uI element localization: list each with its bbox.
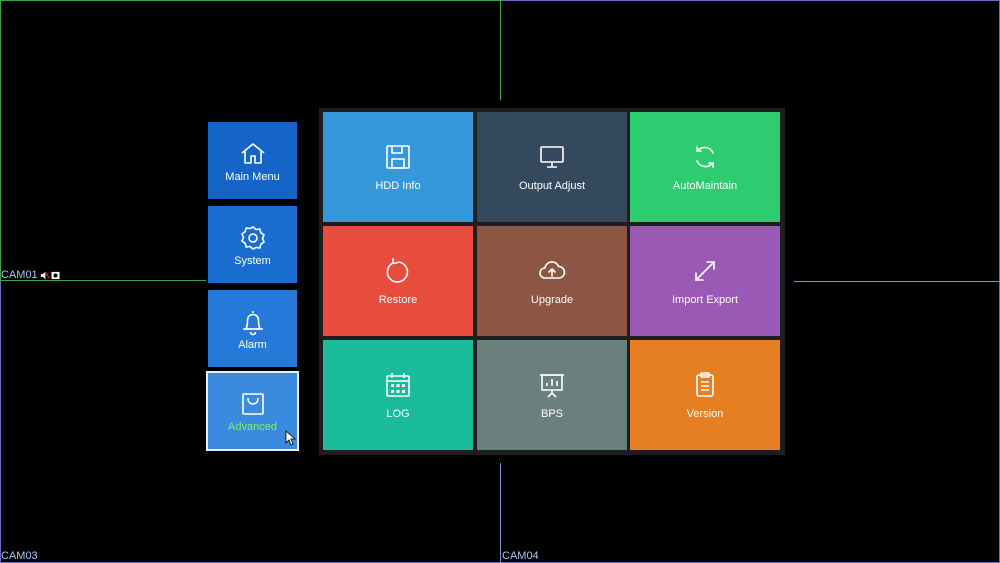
sidebar-item-system[interactable]: System — [208, 206, 297, 283]
sidebar-item-alarm[interactable]: Alarm — [208, 290, 297, 367]
tile-version[interactable]: Version — [630, 340, 780, 450]
camera-label-cam04: CAM04 — [502, 550, 539, 562]
advanced-menu-panel: HDD Info Output Adjust AutoMaintain Rest… — [319, 108, 785, 455]
clipboard-icon — [696, 372, 714, 397]
camera-name: CAM01 — [1, 269, 38, 281]
tile-label: AutoMaintain — [672, 180, 738, 192]
tile-bps[interactable]: BPS — [477, 340, 627, 450]
bag-icon — [241, 393, 264, 415]
calendar-icon — [386, 373, 410, 397]
cloud-upload-icon — [539, 261, 566, 279]
floppy-disk-icon — [386, 145, 410, 169]
tile-output-adjust[interactable]: Output Adjust — [477, 112, 627, 222]
grid-divider-horizontal-right — [794, 281, 1000, 282]
bell-icon — [242, 310, 263, 335]
sidebar-item-label: System — [234, 254, 271, 267]
camera-record-icon — [51, 271, 60, 279]
tile-restore[interactable]: Restore — [323, 226, 473, 336]
restore-icon — [386, 258, 409, 283]
tile-label: Restore — [378, 294, 418, 306]
sidebar-item-label: Advanced — [228, 421, 277, 433]
sidebar-item-label: Alarm — [238, 338, 267, 351]
tile-upgrade[interactable]: Upgrade — [477, 226, 627, 336]
speaker-muted-icon — [40, 271, 49, 279]
tile-automaintain[interactable]: AutoMaintain — [630, 112, 780, 222]
tile-label: Import Export — [671, 294, 739, 306]
tile-log[interactable]: LOG — [323, 340, 473, 450]
tile-label: HDD Info — [375, 180, 421, 192]
tile-label: Version — [686, 408, 724, 420]
camera-label-cam03: CAM03 — [1, 550, 38, 562]
presentation-chart-icon — [540, 374, 564, 398]
tile-hdd-info[interactable]: HDD Info — [323, 112, 473, 222]
tile-import-export[interactable]: Import Export — [630, 226, 780, 336]
tile-label: LOG — [386, 408, 410, 420]
grid-divider-vertical-top — [500, 0, 501, 100]
gear-icon — [240, 225, 265, 250]
sidebar-item-main-menu[interactable]: Main Menu — [208, 122, 297, 199]
home-icon — [240, 142, 265, 164]
mouse-cursor-icon — [285, 430, 297, 446]
sidebar-item-label: Main Menu — [225, 170, 280, 183]
monitor-icon — [540, 146, 564, 168]
camera-label-cam01: CAM01 — [1, 269, 60, 281]
expand-arrows-icon — [695, 261, 715, 281]
grid-divider-vertical-bottom — [500, 463, 501, 563]
tile-label: Upgrade — [530, 294, 574, 306]
tile-label: BPS — [540, 408, 563, 420]
tile-label: Output Adjust — [518, 180, 586, 192]
refresh-icon — [696, 146, 714, 168]
